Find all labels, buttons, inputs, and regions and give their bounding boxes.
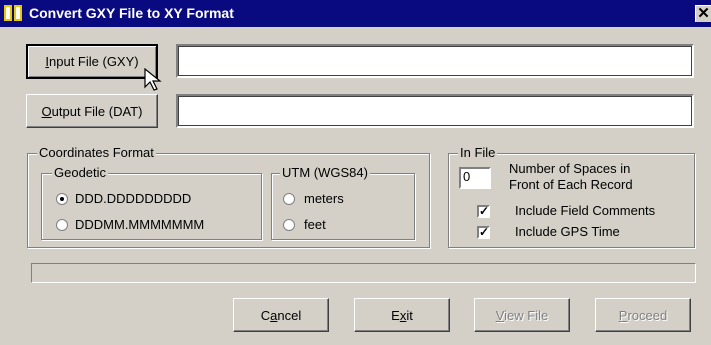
include-gps-time-checkbox[interactable]: ✓ xyxy=(477,226,490,239)
utm-legend: UTM (WGS84) xyxy=(280,165,370,180)
mouse-pointer-icon xyxy=(144,68,162,91)
spaces-count-input[interactable]: 0 xyxy=(459,167,491,189)
radio-selected-dot xyxy=(60,197,64,201)
proceed-button[interactable]: Proceed xyxy=(595,298,691,332)
input-file-field[interactable] xyxy=(176,44,694,78)
spaces-label-line1: Number of Spaces in xyxy=(509,161,631,176)
view-file-button[interactable]: View File xyxy=(474,298,570,332)
title-bar: Convert GXY File to XY Format ✕ xyxy=(0,0,711,27)
cancel-button[interactable]: Cancel xyxy=(233,298,329,332)
geodetic-option-dddmm-label[interactable]: DDDMM.MMMMMMM xyxy=(75,217,204,232)
close-icon[interactable]: ✕ xyxy=(695,5,711,22)
utm-option-feet-label[interactable]: feet xyxy=(304,217,326,232)
radio-geodetic-dddmm[interactable] xyxy=(56,219,68,231)
radio-utm-meters[interactable] xyxy=(283,193,295,205)
output-file-field[interactable] xyxy=(176,94,694,128)
output-file-button[interactable]: Output File (DAT) xyxy=(26,94,158,128)
spaces-label-line2: Front of Each Record xyxy=(509,177,633,192)
geodetic-option-ddd-label[interactable]: DDD.DDDDDDDDD xyxy=(75,191,191,206)
in-file-legend: In File xyxy=(458,145,498,160)
exit-button[interactable]: Exit xyxy=(354,298,450,332)
progress-bar xyxy=(31,263,696,283)
include-field-comments-checkbox[interactable]: ✓ xyxy=(477,205,490,218)
window-title: Convert GXY File to XY Format xyxy=(29,5,234,21)
radio-utm-feet[interactable] xyxy=(283,219,295,231)
utm-option-meters-label[interactable]: meters xyxy=(304,191,344,206)
input-file-button[interactable]: Input File (GXY) xyxy=(26,44,158,79)
convert-dialog: Convert GXY File to XY Format ✕ Input Fi… xyxy=(0,0,711,345)
coordinates-format-legend: Coordinates Format xyxy=(37,145,156,160)
radio-geodetic-ddd[interactable] xyxy=(56,193,68,205)
window-app-icon xyxy=(4,5,24,21)
geodetic-legend: Geodetic xyxy=(52,165,109,180)
include-gps-time-label[interactable]: Include GPS Time xyxy=(515,224,620,239)
include-field-comments-label[interactable]: Include Field Comments xyxy=(515,203,655,218)
utm-group xyxy=(271,173,415,240)
